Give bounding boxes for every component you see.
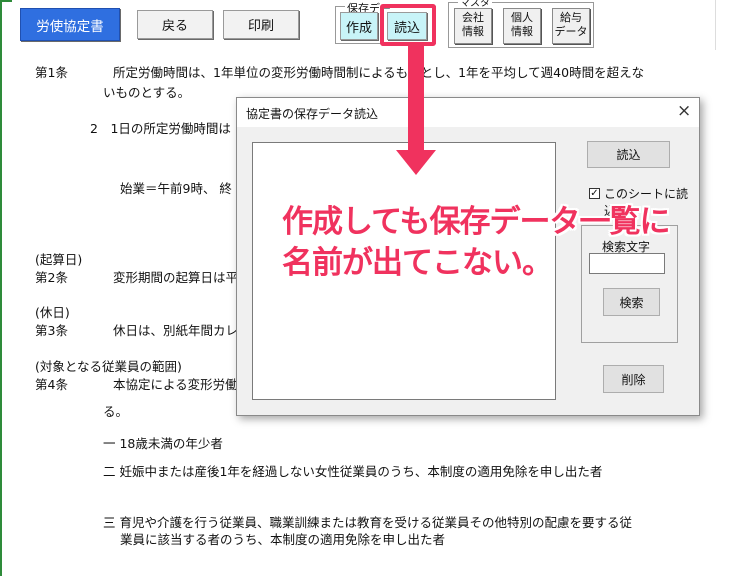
sheet-left-border [0,0,2,576]
annotation-arrow-shaft [408,44,424,152]
list-item-1: 一 18歳未満の年少者 [103,436,223,451]
list-item-3-cont: 業員に該当する者のうち、本制度の適用免除を申し出た者 [120,532,446,547]
company-info-label-2: 情報 [462,25,484,38]
salary-data-label-2: データ [554,25,588,38]
article-3-number: 第3条 [35,323,68,338]
delete-button[interactable]: 削除 [603,365,664,393]
article-3-text: 休日は、別紙年間カレ [113,323,239,338]
search-input[interactable] [589,253,665,274]
article-4-text-cont: る。 [103,404,129,419]
dialog-title: 協定書の保存データ読込 [246,107,379,121]
personal-info-label-1: 個人 [511,11,533,24]
sheet-grid-line [715,0,716,50]
article-4-text: 本協定による変形労働 [113,377,238,392]
list-item-2: 二 妊娠中または産後1年を経過しない女性従業員のうち、本制度の適用免除を申し出た… [103,464,603,479]
article-2-text: 変形期間の起算日は平 [113,270,239,285]
annotation-arrow-head [396,150,436,175]
sheet-top-line [0,0,12,2]
article-1-text-cont: いものとする。 [103,85,191,100]
article-2-number: 第2条 [35,270,68,285]
personal-info-button[interactable]: 個人 情報 [503,8,541,44]
paragraph-2: 2 1日の所定労働時間は [90,121,231,136]
personal-info-label-2: 情報 [511,25,533,38]
title-button[interactable]: 労使協定書 [20,8,120,41]
dialog-load-button[interactable]: 読込 [587,141,670,168]
back-button[interactable]: 戻る [137,10,213,39]
annotation-text-line-1: 作成しても保存データ一覧に [282,204,671,240]
company-info-button[interactable]: 会社 情報 [454,8,492,44]
annotation-text-line-2: 名前が出てこない。 [282,245,553,281]
article-1-text: 所定労働時間は、1年単位の変形労働時間制によるものとし、1年を平均して週40時間… [113,65,645,80]
salary-data-button[interactable]: 給与 データ [552,8,590,44]
heading-kyujitsu: (休日) [35,305,70,320]
company-info-label-1: 会社 [462,11,484,24]
salary-data-label-1: 給与 [560,11,582,24]
search-button[interactable]: 検索 [603,288,660,316]
heading-kisanbi: (起算日) [35,252,83,267]
article-4-number: 第4条 [35,377,68,392]
print-button[interactable]: 印刷 [223,10,299,39]
start-time-text: 始業＝午前9時、 終 [120,181,232,196]
article-1-number: 第1条 [35,65,68,80]
create-button[interactable]: 作成 [340,12,378,40]
heading-taisho: (対象となる従業員の範囲) [35,359,182,374]
highlight-box [380,4,436,46]
close-icon[interactable]: × [677,101,691,121]
